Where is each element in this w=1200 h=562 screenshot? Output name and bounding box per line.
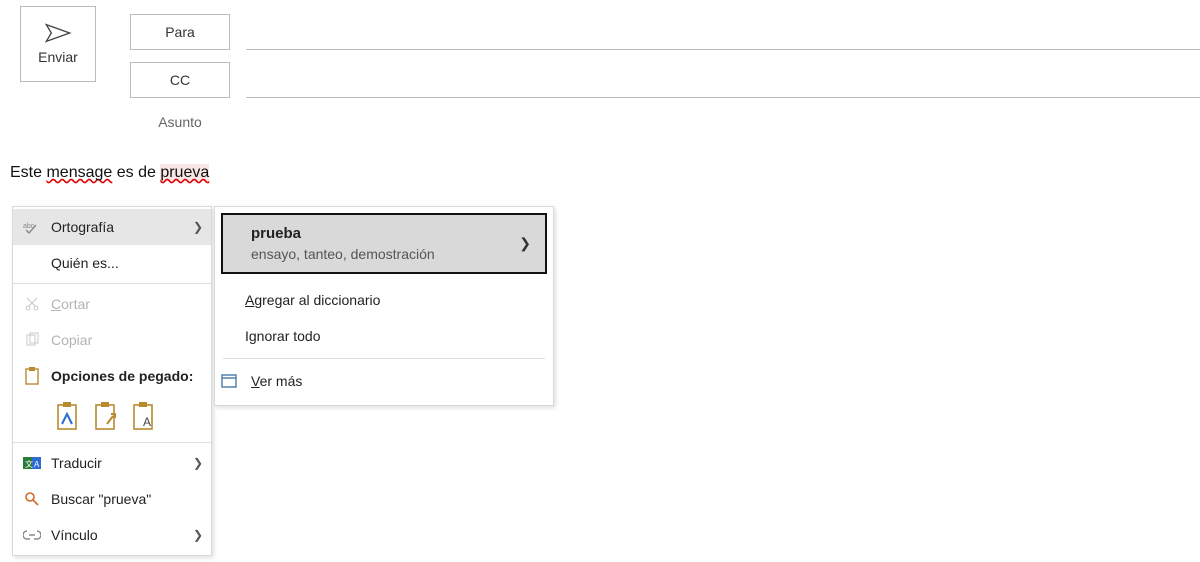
- chevron-right-icon: ❯: [193, 456, 203, 470]
- cc-row: CC: [130, 54, 1200, 102]
- paste-keep-source-icon[interactable]: [55, 402, 81, 432]
- ctx-search[interactable]: Buscar "prueva": [13, 481, 211, 517]
- ctx-link-label: Vínculo: [51, 527, 193, 543]
- subject-label: Asunto: [130, 114, 230, 130]
- paste-text-only-icon[interactable]: A: [131, 402, 157, 432]
- ctx-who-is[interactable]: Quién es...: [13, 245, 211, 281]
- svg-text:A: A: [34, 460, 40, 469]
- subject-row: Asunto: [130, 102, 1200, 142]
- chevron-right-icon: ❯: [193, 528, 203, 542]
- paste-merge-icon[interactable]: [93, 402, 119, 432]
- chevron-right-icon: ❯: [193, 220, 203, 234]
- to-row: Para: [130, 6, 1200, 54]
- translate-icon: 文A: [21, 455, 43, 471]
- ignore-all[interactable]: Ignorar todo: [215, 318, 553, 354]
- send-button[interactable]: Enviar: [20, 6, 96, 82]
- ctx-paste-options: Opciones de pegado:: [13, 358, 211, 394]
- email-header: Enviar Para CC Asunto: [0, 0, 1200, 142]
- abc-check-icon: abc: [21, 220, 43, 234]
- ctx-copy-label: Copiar: [51, 332, 203, 348]
- ignore-all-label: Ignorar todo: [245, 328, 321, 344]
- paste-options-icons: A: [13, 394, 211, 440]
- ctx-search-label: Buscar "prueva": [51, 491, 203, 507]
- cc-button[interactable]: CC: [130, 62, 230, 98]
- clipboard-icon: [21, 367, 43, 385]
- copy-icon: [21, 332, 43, 348]
- svg-text:A: A: [143, 415, 151, 429]
- spelling-suggestion[interactable]: prueba ensayo, tanteo, demostración ❯: [221, 213, 547, 274]
- ctx-cut-label: Cortar: [51, 296, 203, 312]
- search-icon: [21, 491, 43, 507]
- spelling-submenu: prueba ensayo, tanteo, demostración ❯ Ag…: [214, 206, 554, 406]
- add-to-dictionary[interactable]: Agregar al diccionario: [215, 282, 553, 318]
- send-label: Enviar: [38, 49, 78, 65]
- link-icon: [21, 529, 43, 541]
- separator: [223, 358, 545, 359]
- cc-input-line[interactable]: [246, 97, 1200, 98]
- ctx-link[interactable]: Vínculo ❯: [13, 517, 211, 553]
- see-more[interactable]: Ver más: [215, 363, 553, 399]
- scissors-icon: [21, 296, 43, 312]
- ctx-who-is-label: Quién es...: [51, 255, 203, 271]
- ctx-copy: Copiar: [13, 322, 211, 358]
- suggestion-synonyms: ensayo, tanteo, demostración: [251, 246, 519, 262]
- to-input-line[interactable]: [246, 49, 1200, 50]
- misspelled-word-1[interactable]: mensage: [46, 164, 112, 181]
- ctx-cut: Cortar: [13, 286, 211, 322]
- suggestion-word: prueba: [251, 225, 519, 242]
- ctx-spelling[interactable]: abc Ortografía ❯: [13, 209, 211, 245]
- separator: [13, 442, 211, 443]
- window-icon: [221, 374, 243, 388]
- svg-text:文: 文: [25, 459, 33, 469]
- context-menu: abc Ortografía ❯ Quién es... Cortar Copi…: [12, 206, 212, 556]
- send-icon: [44, 23, 72, 43]
- ctx-translate-label: Traducir: [51, 455, 193, 471]
- misspelled-word-2[interactable]: prueva: [160, 164, 209, 181]
- chevron-right-icon: ❯: [519, 235, 531, 252]
- to-button[interactable]: Para: [130, 14, 230, 50]
- ctx-paste-label: Opciones de pegado:: [51, 368, 203, 384]
- email-body[interactable]: Este mensage es de prueva: [0, 142, 1200, 182]
- ctx-spelling-label: Ortografía: [51, 219, 193, 235]
- body-text: Este mensage es de prueva: [10, 164, 209, 181]
- separator: [13, 283, 211, 284]
- recipient-fields: Para CC Asunto: [130, 6, 1200, 142]
- ctx-translate[interactable]: 文A Traducir ❯: [13, 445, 211, 481]
